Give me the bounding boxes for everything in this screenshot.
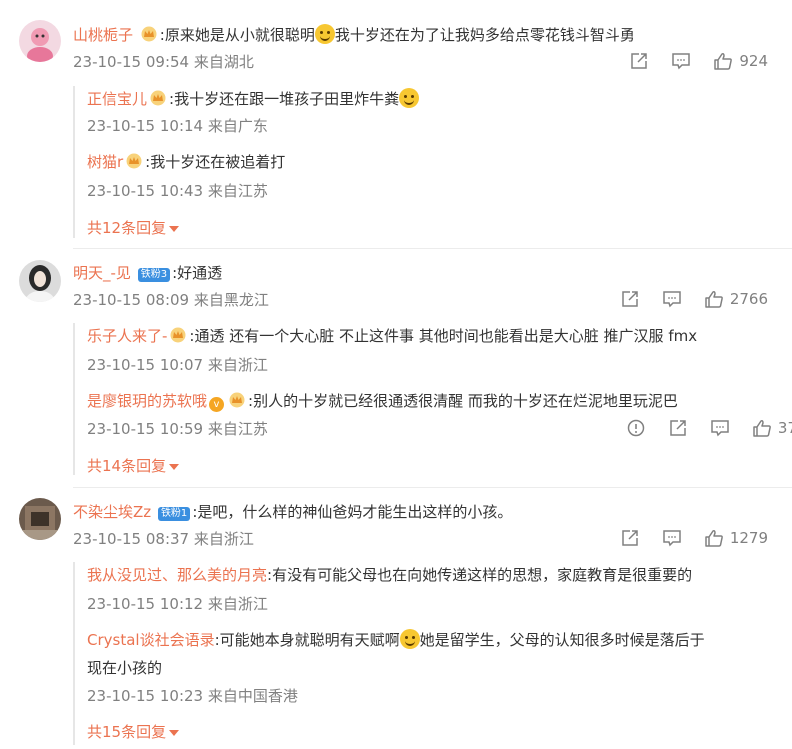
fan-badge: 铁粉1 (157, 507, 191, 521)
reply-list: 正信宝儿:我十岁还在跟一堆孩子田里炸牛粪 23-10-15 10:14 来自广东… (73, 86, 789, 238)
reply-text: 是廖银玥的苏软哦 v:别人的十岁就已经很通透很清醒 而我的十岁还在烂泥地里玩泥巴 (87, 392, 678, 412)
comment-icon[interactable] (671, 52, 691, 70)
comment-time: 23-10-15 09:54 来自湖北 (73, 53, 254, 71)
like-count: 37 (777, 419, 792, 437)
divider (73, 487, 792, 488)
like-button[interactable]: 924 (713, 52, 768, 70)
comment-icon[interactable] (662, 529, 682, 547)
reply-text: Crystal谈社会语录:可能她本身就聪明有天赋啊 她是留学生，父母的认知很多时候… (87, 629, 705, 649)
report-icon[interactable] (626, 419, 646, 437)
crown-icon (140, 26, 158, 42)
more-replies-link[interactable]: 共14条回复 (87, 456, 180, 476)
chevron-down-icon (169, 463, 180, 470)
like-icon (714, 53, 733, 70)
laugh-emoji-icon (399, 88, 420, 108)
laugh-emoji-icon (399, 629, 420, 649)
like-icon (753, 420, 771, 437)
avatar[interactable] (19, 20, 61, 62)
reply-username[interactable]: 树猫r (87, 153, 123, 171)
like-icon (705, 291, 723, 308)
reply-username[interactable]: 正信宝儿 (87, 90, 147, 108)
reply-time: 23-10-15 10:43 来自江苏 (87, 182, 268, 200)
more-replies-link[interactable]: 共15条回复 (87, 722, 180, 742)
reply-time: 23-10-15 10:23 来自中国香港 (87, 687, 298, 705)
username[interactable]: 明天_-见 (73, 264, 131, 282)
reply-username[interactable]: 我从没见过、那么美的月亮 (87, 566, 267, 584)
divider (73, 248, 792, 249)
reply-text: 我从没见过、那么美的月亮:有没有可能父母也在向她传递这样的思想，家庭教育是很重要… (87, 566, 693, 584)
avatar[interactable] (19, 498, 61, 540)
share-icon[interactable] (668, 419, 688, 437)
smile-emoji-icon (314, 24, 335, 44)
crown-icon (125, 153, 143, 169)
share-icon[interactable] (620, 529, 640, 547)
comment-icon[interactable] (710, 419, 730, 437)
like-button[interactable]: 1279 (704, 529, 768, 547)
share-icon[interactable] (620, 290, 640, 308)
comment-icon[interactable] (662, 290, 682, 308)
like-button[interactable]: 37 (752, 419, 792, 437)
reply-text: 正信宝儿:我十岁还在跟一堆孩子田里炸牛粪 (87, 88, 420, 109)
like-count: 924 (739, 52, 768, 70)
like-icon (705, 530, 723, 547)
comment-text: 不染尘埃Zz 铁粉1:是吧，什么样的神仙爸妈才能生出这样的小孩。 (73, 503, 513, 521)
crown-icon (169, 327, 187, 343)
reply-text-continued: 现在小孩的 (87, 659, 163, 677)
comment-text: 明天_-见 铁粉3:好通透 (73, 264, 223, 282)
reply-time: 23-10-15 10:07 来自浙江 (87, 356, 268, 374)
like-count: 1279 (729, 529, 768, 547)
verified-icon: v (209, 397, 225, 412)
more-replies-link[interactable]: 共12条回复 (87, 218, 180, 238)
fan-badge: 铁粉3 (137, 268, 171, 282)
reply-username[interactable]: 是廖银玥的苏软哦 (87, 392, 207, 410)
share-icon[interactable] (629, 52, 649, 70)
chevron-down-icon (169, 729, 180, 736)
reply-list: 我从没见过、那么美的月亮:有没有可能父母也在向她传递这样的思想，家庭教育是很重要… (73, 562, 789, 745)
reply-actions: 37 (604, 419, 792, 437)
reply-text: 树猫r:我十岁还在被追着打 (87, 153, 286, 171)
comment-actions: 2766 (598, 290, 768, 308)
comment-time: 23-10-15 08:09 来自黑龙江 (73, 291, 269, 309)
reply-list: 乐子人来了-:通透 还有一个大心脏 不止这件事 其他时间也能看出是大心脏 推广汉… (73, 323, 792, 476)
reply-username[interactable]: Crystal谈社会语录 (87, 631, 215, 649)
reply-time: 23-10-15 10:12 来自浙江 (87, 595, 268, 613)
reply-username[interactable]: 乐子人来了- (87, 327, 167, 345)
comment-actions: 924 (607, 52, 768, 70)
reply-text: 乐子人来了-:通透 还有一个大心脏 不止这件事 其他时间也能看出是大心脏 推广汉… (87, 327, 698, 345)
comment-time: 23-10-15 08:37 来自浙江 (73, 530, 254, 548)
crown-icon (149, 90, 167, 106)
username[interactable]: 山桃栀子 (73, 26, 133, 44)
comment-actions: 1279 (598, 529, 768, 547)
chevron-down-icon (169, 225, 180, 232)
reply-time: 23-10-15 10:59 来自江苏 (87, 420, 268, 438)
like-count: 2766 (729, 290, 768, 308)
username[interactable]: 不染尘埃Zz (73, 503, 151, 521)
crown-icon (228, 392, 246, 408)
comment-text: 山桃栀子 :原来她是从小就很聪明 我十岁还在为了让我妈多给点零花钱斗智斗勇 (73, 24, 635, 44)
like-button[interactable]: 2766 (704, 290, 768, 308)
reply-time: 23-10-15 10:14 来自广东 (87, 117, 268, 135)
avatar[interactable] (19, 260, 61, 302)
